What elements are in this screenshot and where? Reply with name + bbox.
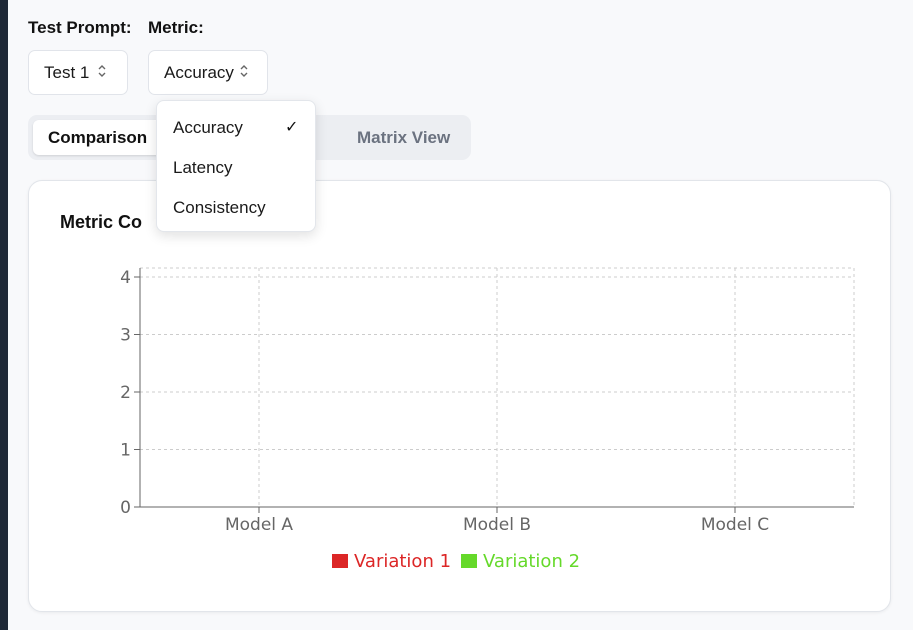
chart-axes — [139, 268, 854, 508]
x-tick-label: Model A — [225, 515, 293, 535]
check-icon: ✓ — [285, 119, 299, 136]
test-prompt-value: Test 1 — [44, 62, 90, 82]
legend-swatch — [461, 554, 477, 568]
chevron-up-down-icon — [97, 64, 107, 81]
window-edge — [0, 0, 8, 630]
chart-card: Metric Coodels 01234Model AModel BModel … — [28, 180, 891, 612]
metric-value: Accuracy — [164, 62, 234, 82]
chevron-up-down-icon — [239, 64, 249, 81]
legend-label: Variation 1 — [354, 551, 451, 572]
test-prompt-select[interactable]: Test 1 — [28, 50, 128, 95]
y-tick-label: 0 — [120, 498, 131, 518]
menu-item-consistency[interactable]: Consistency — [173, 198, 266, 218]
x-tick-label: Model C — [701, 515, 769, 535]
legend-label: Variation 2 — [483, 551, 580, 572]
y-tick-label: 1 — [120, 441, 131, 461]
metric-select[interactable]: Accuracy — [148, 50, 268, 95]
metric-comparison-chart: 01234Model A Model B Model C Variation 1 Va… — [120, 267, 855, 572]
menu-item-latency[interactable]: Latency — [173, 158, 233, 178]
y-tick-label: 4 — [120, 268, 131, 288]
metric-dropdown-menu: Accuracy ✓ Latency Consistency — [156, 100, 316, 232]
chart-ticks: 0 1 2 3 4 Model A Model B Model C — [120, 268, 769, 535]
y-tick-label: 2 — [120, 383, 131, 403]
x-tick-label: Model B — [463, 515, 531, 535]
metric-label: Metric: — [148, 18, 204, 37]
chart-grid — [140, 267, 855, 507]
tab-matrix-view[interactable]: Matrix View — [342, 120, 465, 155]
menu-item-accuracy[interactable]: Accuracy — [173, 118, 243, 138]
y-tick-label: 3 — [120, 326, 131, 346]
chart-legend: Variation 1 Variation 2 — [332, 551, 580, 572]
tab-comparison[interactable]: Comparison — [33, 120, 163, 155]
page: Test Prompt: Metric: Test 1 Accuracy Com… — [8, 0, 913, 630]
test-prompt-label: Test Prompt: — [28, 18, 132, 37]
legend-swatch — [332, 554, 348, 568]
